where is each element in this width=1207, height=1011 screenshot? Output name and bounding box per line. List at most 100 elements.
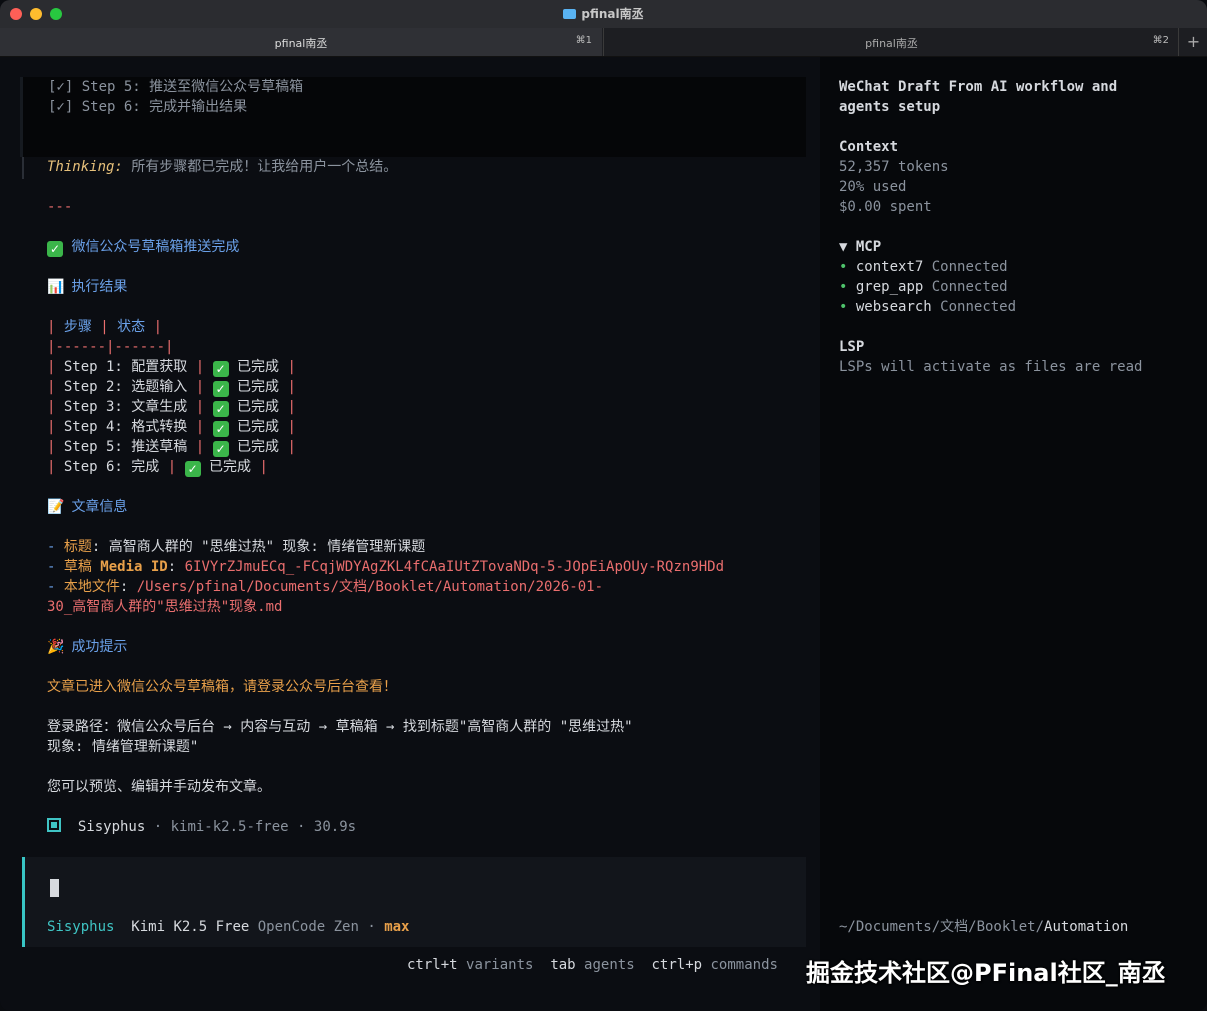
hint-key: ctrl+t <box>407 957 458 973</box>
window-title: pfinal南丞 <box>0 5 1207 22</box>
context-label: Context <box>839 139 899 155</box>
mcp-name: websearch <box>855 299 932 315</box>
check-icon: ✓ <box>184 461 201 477</box>
heading-article-text: 文章信息 <box>71 499 128 515</box>
tab-2-shortcut: ⌘2 <box>1152 35 1169 46</box>
status-sep: · <box>288 819 314 835</box>
session-title: WeChat Draft From AI workflow and <box>839 79 1118 95</box>
info-media-label: Media ID <box>100 559 168 575</box>
mcp-status: Connected <box>931 259 1008 275</box>
heading-success-text: 成功提示 <box>71 639 128 655</box>
table-cell-step: Step 1: 配置获取 <box>63 359 188 375</box>
table-row: | Step 4: 格式转换 | ✓ 已完成 | <box>47 419 296 437</box>
mcp-status: Connected <box>940 299 1017 315</box>
window-title-text: pfinal南丞 <box>581 7 644 21</box>
context-used: 20% used <box>839 179 907 195</box>
input-provider: OpenCode Zen <box>257 919 359 935</box>
mcp-item: • grep_app Connected <box>839 277 1008 297</box>
preview-note: 您可以预览、编辑并手动发布文章。 <box>47 779 271 795</box>
title-bar: pfinal南丞 <box>0 0 1207 28</box>
hint-key: tab <box>550 957 576 973</box>
memo-icon: 📝 <box>47 499 65 515</box>
heading-article: 📝 文章信息 <box>47 497 127 517</box>
check-icon: ✓ <box>212 381 229 397</box>
status-time: 30.9s <box>313 819 357 835</box>
success-message: 文章已进入微信公众号草稿箱，请登录公众号后台查看！ <box>47 679 397 695</box>
table-cell-step: Step 2: 选题输入 <box>63 379 188 395</box>
mcp-status: Connected <box>931 279 1008 295</box>
heading-done-text: 微信公众号草稿箱推送完成 <box>71 239 240 255</box>
mcp-toggle[interactable]: ▼ MCP <box>839 237 881 257</box>
prompt-input[interactable]: Sisyphus Kimi K2.5 Free OpenCode Zen · m… <box>22 857 806 947</box>
agent-square-icon <box>47 818 61 832</box>
mcp-name: grep_app <box>855 279 924 295</box>
todo-item: [✓] Step 5: 推送至微信公众号草稿箱 <box>48 79 304 95</box>
table-cell-status: 已完成 <box>237 379 280 395</box>
info-title: - 标题: 高智商人群的 "思维过热" 现象: 情绪管理新课题 <box>47 539 426 555</box>
thinking-bar <box>22 157 24 179</box>
lsp-label: LSP <box>839 339 865 355</box>
context-spent: $0.00 spent <box>839 199 932 215</box>
table-cell-status: 已完成 <box>209 459 252 475</box>
text-cursor <box>50 879 59 897</box>
hint-label: agents <box>584 957 635 973</box>
check-icon: ✓ <box>212 421 229 437</box>
input-meta: Sisyphus Kimi K2.5 Free OpenCode Zen · m… <box>47 917 410 937</box>
mcp-item: • context7 Connected <box>839 257 1008 277</box>
tab-2[interactable]: pfinal南丞 ⌘2 <box>603 28 1179 56</box>
cwd-last: Automation <box>1044 919 1129 935</box>
info-file-label: 本地文件 <box>63 579 120 595</box>
hint-key: ctrl+p <box>651 957 703 973</box>
info-title-value: : 高智商人群的 "思维过热" 现象: 情绪管理新课题 <box>91 539 426 555</box>
hint-label: commands <box>710 957 778 973</box>
path-line: 登录路径：微信公众号后台 → 内容与互动 → 草稿箱 → 找到标题"高智商人群的… <box>47 719 633 735</box>
working-directory: ~/Documents/文档/Booklet/Automation <box>839 917 1128 937</box>
input-agent[interactable]: Sisyphus <box>47 919 114 935</box>
context-tokens: 52,357 tokens <box>839 159 949 175</box>
input-variant[interactable]: max <box>384 919 409 935</box>
status-dot-icon: • <box>839 299 848 315</box>
table-cell-status: 已完成 <box>237 439 280 455</box>
chart-icon: 📊 <box>47 279 65 295</box>
table-separator: |------|------| <box>47 339 174 355</box>
thinking-label: Thinking: <box>47 159 123 175</box>
cwd-prefix: ~/Documents/文档/Booklet/ <box>839 919 1045 935</box>
check-icon: ✓ <box>212 401 229 417</box>
check-icon: ✓ <box>47 241 63 257</box>
heading-done: ✓ 微信公众号草稿箱推送完成 <box>47 237 239 257</box>
hint-label: variants <box>466 957 534 973</box>
table-cell-status: 已完成 <box>237 399 280 415</box>
table-cell-step: Step 6: 完成 <box>63 459 160 475</box>
tab-1-shortcut: ⌘1 <box>575 35 592 46</box>
info-media-id: - 草稿 Media ID: 6IVYrZJmuECq_-FCqjWDYAgZK… <box>47 559 725 575</box>
table-row: | Step 3: 文章生成 | ✓ 已完成 | <box>47 399 296 417</box>
table-header-step: 步骤 <box>63 319 92 335</box>
status-dot-icon: • <box>839 259 848 275</box>
check-icon: ✓ <box>212 361 229 377</box>
new-tab-button[interactable]: + <box>1178 28 1207 56</box>
tab-bar: pfinal南丞 ⌘1 pfinal南丞 ⌘2 <box>0 28 1207 57</box>
status-dot-icon: • <box>839 279 848 295</box>
table-cell-step: Step 4: 格式转换 <box>63 419 188 435</box>
table-row: | Step 6: 完成 | ✓ 已完成 | <box>47 459 268 477</box>
input-model[interactable]: Kimi K2.5 Free <box>131 919 249 935</box>
watermark: 掘金技术社区@PFinal社区_南丞 <box>806 959 1166 987</box>
info-title-label: 标题 <box>63 539 92 555</box>
todo-item: [✓] Step 6: 完成并输出结果 <box>48 99 248 115</box>
path-line-cont: 现象: 情绪管理新课题" <box>47 739 199 755</box>
todo-block: [✓] Step 5: 推送至微信公众号草稿箱 [✓] Step 6: 完成并输… <box>20 77 806 157</box>
table-header-status: 状态 <box>117 319 146 335</box>
chat-pane[interactable]: [✓] Step 5: 推送至微信公众号草稿箱 [✓] Step 6: 完成并输… <box>0 57 820 1011</box>
shortcut-hints: ctrl+t variants tab agents ctrl+p comman… <box>407 957 778 973</box>
status-agent: Sisyphus <box>77 819 146 835</box>
info-media-value: 6IVYrZJmuECq_-FCqjWDYAgZKL4fCAaIUtZTovaN… <box>184 559 725 575</box>
mcp-item: • websearch Connected <box>839 297 1016 317</box>
table-row: | Step 5: 推送草稿 | ✓ 已完成 | <box>47 439 296 457</box>
terminal-window: pfinal南丞 pfinal南丞 ⌘1 pfinal南丞 ⌘2 + [✓] S… <box>0 0 1207 1011</box>
info-file-cont: 30_高智商人群的"思维过热"现象.md <box>47 599 283 615</box>
party-icon: 🎉 <box>47 639 65 655</box>
tab-1-label: pfinal南丞 <box>274 37 328 50</box>
table-cell-step: Step 3: 文章生成 <box>63 399 188 415</box>
info-draft-label: 草稿 <box>63 559 92 575</box>
tab-1[interactable]: pfinal南丞 ⌘1 <box>0 28 602 56</box>
